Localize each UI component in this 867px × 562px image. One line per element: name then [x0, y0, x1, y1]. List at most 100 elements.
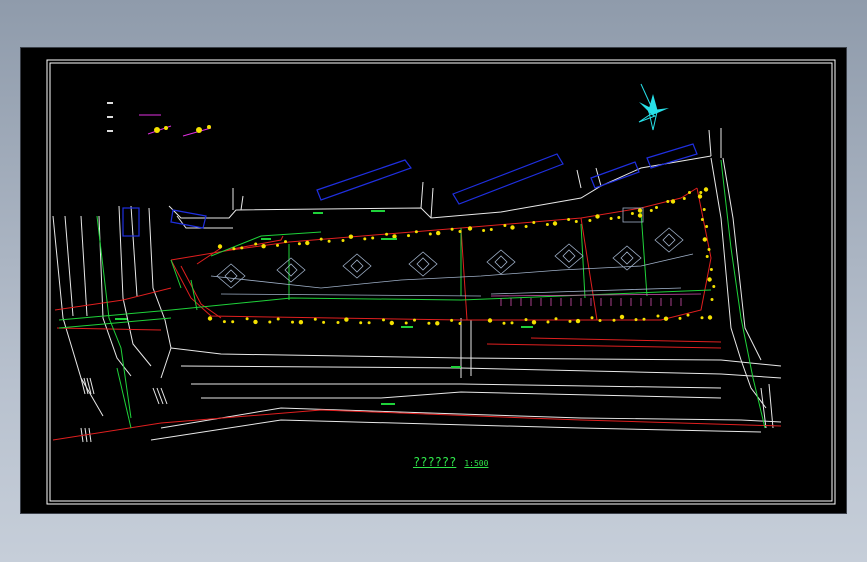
tree-marker	[545, 223, 549, 226]
tree-marker	[450, 318, 454, 322]
parking-lines	[490, 293, 702, 306]
tree-marker	[367, 321, 371, 325]
building-4	[590, 161, 640, 189]
cad-viewport[interactable]: ?????? 1:500	[20, 47, 847, 514]
tree-marker	[595, 214, 600, 219]
proposed-towers	[210, 207, 694, 297]
tree-marker	[222, 320, 226, 324]
tree-marker	[428, 232, 432, 236]
tree-marker	[414, 230, 418, 234]
tree-marker	[554, 317, 558, 321]
tree-marker	[666, 200, 670, 203]
tree-marker	[688, 191, 691, 194]
tree-marker	[207, 316, 213, 321]
tree-marker	[344, 317, 349, 322]
tree-marker	[392, 234, 397, 239]
tree-marker	[619, 314, 625, 320]
tree-marker	[268, 320, 272, 324]
tree-marker	[389, 320, 394, 326]
tree-marker	[510, 225, 515, 230]
tree-marker	[458, 230, 462, 233]
tree-marker	[700, 218, 704, 221]
tree-marker	[253, 319, 258, 325]
building-5	[646, 143, 698, 169]
tree-marker	[232, 247, 236, 251]
tree-marker	[297, 242, 301, 246]
tree-marker	[313, 317, 317, 321]
tree-marker	[436, 230, 441, 236]
tree-marker	[700, 316, 704, 320]
tree-marker	[363, 237, 367, 241]
tree-marker	[261, 244, 266, 249]
tree-marker	[574, 220, 578, 223]
tree-marker	[276, 317, 280, 321]
tree-marker	[240, 246, 244, 250]
tree-marker	[637, 213, 643, 218]
tree-marker	[382, 318, 385, 322]
tree-marker	[663, 316, 669, 321]
tree-marker	[703, 187, 709, 192]
tree-marker	[617, 216, 621, 219]
tree-marker	[612, 318, 616, 322]
tree-marker	[609, 217, 613, 220]
tree-marker	[686, 313, 690, 317]
tree-marker	[305, 240, 310, 246]
tree-marker	[709, 268, 713, 271]
tree-marker	[649, 209, 653, 212]
tree-marker	[642, 317, 646, 321]
tree-marker	[502, 321, 506, 325]
tree-marker	[336, 321, 340, 324]
tree-marker	[546, 320, 550, 324]
tree-marker	[404, 321, 408, 325]
tree-marker	[707, 315, 713, 320]
road-network	[52, 128, 782, 443]
building-3	[452, 153, 564, 205]
tree-marker	[458, 322, 462, 325]
tree-marker	[531, 320, 537, 325]
tree-marker	[510, 321, 514, 325]
tree-marker	[670, 199, 676, 204]
tree-marker	[656, 314, 660, 318]
tree-marker	[598, 319, 602, 322]
tree-marker	[427, 321, 431, 325]
tree-marker	[567, 218, 571, 221]
tree-marker	[341, 239, 345, 242]
tree-marker	[697, 194, 703, 199]
tree-marker	[217, 244, 223, 249]
tree-marker	[705, 225, 709, 228]
tree-marker	[682, 197, 686, 200]
tree-marker	[678, 316, 682, 320]
tree-marker	[630, 212, 634, 215]
tree-marker	[489, 228, 493, 231]
existing-buildings	[122, 143, 698, 237]
tree-marker	[575, 318, 581, 324]
tree-marker	[450, 227, 454, 231]
tree-marker	[712, 285, 716, 288]
drawing-caption: ?????? 1:500	[413, 455, 488, 469]
tree-marker	[245, 317, 249, 321]
tree-marker	[702, 237, 707, 242]
tree-marker	[276, 243, 279, 247]
north-arrow-icon	[638, 83, 669, 131]
tree-marker	[284, 240, 287, 244]
tree-marker	[482, 229, 486, 232]
tree-marker	[487, 318, 493, 323]
building-2	[316, 159, 412, 201]
tree-marker	[348, 234, 354, 239]
tree-marker	[254, 242, 258, 246]
tree-marker	[467, 226, 473, 231]
tree-marker	[702, 208, 706, 211]
tree-marker	[359, 321, 363, 325]
tree-marker	[568, 319, 572, 323]
tree-marker	[532, 221, 536, 224]
drawing-scale: 1:500	[464, 459, 489, 468]
tree-marker	[291, 320, 294, 324]
tree-marker	[707, 248, 711, 251]
tree-marker	[699, 191, 703, 194]
tree-marker	[710, 298, 714, 301]
tree-marker	[634, 318, 638, 322]
tree-marker	[298, 320, 304, 325]
tree-marker	[524, 318, 528, 322]
tree-marker	[231, 320, 235, 324]
tree-marker	[590, 316, 594, 320]
